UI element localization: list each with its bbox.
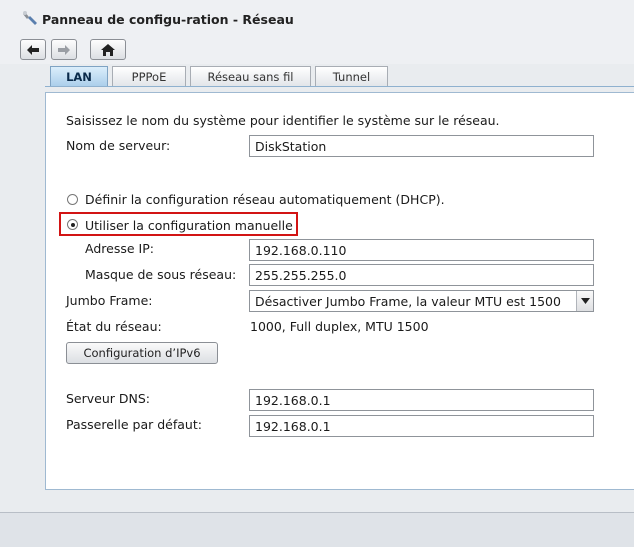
ip-address-label: Adresse IP: [85, 241, 154, 256]
server-name-label: Nom de serveur: [66, 138, 171, 153]
dns-server-input[interactable]: 192.168.0.1 [249, 389, 594, 411]
dhcp-label: Définir la configuration réseau automati… [85, 192, 445, 207]
tab-wireless[interactable]: Réseau sans fil [190, 66, 311, 86]
control-panel-icon [22, 10, 38, 26]
chevron-down-icon[interactable] [576, 291, 593, 311]
footer-bar [0, 512, 634, 547]
back-button[interactable] [20, 39, 46, 60]
default-gateway-input[interactable]: 192.168.0.1 [249, 415, 594, 437]
arrow-left-icon [27, 44, 39, 55]
dns-server-label: Serveur DNS: [66, 391, 151, 406]
window-title: Panneau de configu-ration - Réseau [42, 12, 294, 27]
subnet-mask-input[interactable]: 255.255.255.0 [249, 264, 594, 286]
home-icon [101, 43, 115, 56]
default-gateway-label: Passerelle par défaut: [66, 417, 202, 432]
network-status-label: État du réseau: [66, 319, 162, 334]
arrow-right-icon [58, 44, 70, 55]
ip-address-input[interactable]: 192.168.0.110 [249, 239, 594, 261]
tab-label: PPPoE [131, 69, 167, 84]
manual-config-label: Utiliser la configuration manuelle [85, 218, 293, 233]
forward-button[interactable] [51, 39, 77, 60]
tab-pppoe[interactable]: PPPoE [112, 66, 186, 86]
intro-text: Saisissez le nom du système pour identif… [66, 113, 500, 128]
tab-lan[interactable]: LAN [50, 66, 108, 87]
server-name-input[interactable]: DiskStation [249, 135, 594, 157]
tab-label: LAN [66, 70, 92, 84]
tab-tunnel[interactable]: Tunnel [315, 66, 388, 86]
ipv6-config-button-label: Configuration d’IPv6 [83, 346, 201, 360]
network-status-value: 1000, Full duplex, MTU 1500 [250, 319, 429, 334]
jumbo-frame-value: Désactiver Jumbo Frame, la valeur MTU es… [255, 294, 561, 309]
tab-label: Réseau sans fil [207, 69, 294, 84]
ipv6-config-button[interactable]: Configuration d’IPv6 [66, 342, 218, 364]
home-button[interactable] [90, 39, 126, 60]
dhcp-radio[interactable] [67, 194, 78, 205]
jumbo-frame-label: Jumbo Frame: [66, 293, 153, 308]
jumbo-frame-select[interactable]: Désactiver Jumbo Frame, la valeur MTU es… [249, 290, 594, 312]
tab-label: Tunnel [332, 69, 371, 84]
manual-config-radio[interactable] [67, 219, 78, 230]
subnet-mask-label: Masque de sous réseau: [85, 267, 237, 282]
title-bar: Panneau de configu-ration - Réseau [0, 0, 634, 36]
tab-divider [45, 86, 634, 87]
